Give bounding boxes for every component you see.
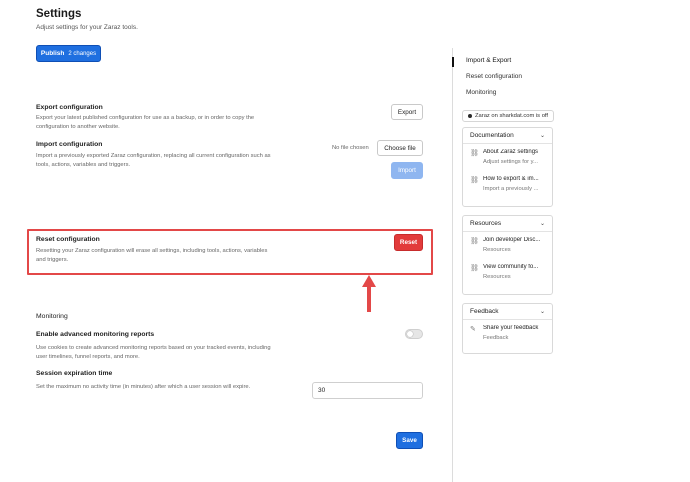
link-subtitle: Resources [483, 247, 511, 253]
resources-card: Resources ⌄ ⛓ Join developer Disc... Res… [462, 215, 553, 295]
publish-label: Publish [40, 50, 65, 57]
zaraz-status-text: Zaraz on sharkdat.com is off [475, 113, 549, 119]
monitoring-section-title: Monitoring [36, 313, 68, 320]
export-desc-1: Export your latest published configurati… [36, 115, 255, 121]
link-title: View community fo... [483, 264, 539, 270]
link-subtitle: Feedback [483, 335, 509, 341]
link-subtitle: Resources [483, 274, 511, 280]
nav-monitoring[interactable]: Monitoring [466, 89, 496, 96]
chevron-down-icon: ⌄ [539, 133, 545, 139]
export-desc-2: configuration to another website. [36, 124, 120, 130]
resources-card-header[interactable]: Resources ⌄ [463, 216, 552, 232]
annotation-highlight-box [27, 229, 433, 275]
import-title: Import configuration [36, 141, 103, 148]
link-subtitle: Import a previously ... [483, 186, 539, 192]
feedback-card: Feedback ⌄ ✎ Share your feedback Feedbac… [462, 303, 553, 354]
import-button[interactable]: Import [391, 162, 423, 179]
link-icon: ⛓ [470, 238, 479, 245]
page-subtitle: Adjust settings for your Zaraz tools. [36, 24, 138, 31]
card-title: Feedback [470, 308, 499, 315]
export-title: Export configuration [36, 104, 103, 111]
session-expiration-desc: Set the maximum no activity time (in min… [36, 384, 251, 390]
doc-link-about-zaraz-settings[interactable]: ⛓ About Zaraz settings Adjust settings f… [463, 144, 552, 171]
annotation-arrow-icon [362, 275, 376, 312]
monitoring-desc-1: Use cookies to create advanced monitorin… [36, 345, 271, 351]
monitoring-desc-2: user timelines, funnel reports, and more… [36, 354, 140, 360]
link-icon: ⛓ [470, 150, 479, 157]
card-title: Resources [470, 220, 502, 227]
session-expiration-input[interactable]: 30 [312, 382, 423, 399]
advanced-monitoring-toggle[interactable] [405, 329, 423, 339]
nav-reset-configuration[interactable]: Reset configuration [466, 73, 522, 80]
publish-changes-count: 2 changes [68, 50, 97, 57]
feedback-link-share[interactable]: ✎ Share your feedback Feedback [463, 320, 552, 347]
feedback-icon: ✎ [470, 326, 476, 333]
link-subtitle: Adjust settings for y... [483, 159, 538, 165]
link-title: How to export & im... [483, 176, 539, 182]
link-title: About Zaraz settings [483, 149, 539, 155]
toggle-knob [407, 331, 413, 337]
nav-import-export[interactable]: Import & Export [466, 57, 511, 64]
monitoring-toggle-title: Enable advanced monitoring reports [36, 331, 155, 338]
documentation-card: Documentation ⌄ ⛓ About Zaraz settings A… [462, 127, 553, 207]
no-file-chosen-text: No file chosen [332, 145, 369, 151]
save-button[interactable]: Save [396, 432, 423, 449]
sidebar-divider [452, 48, 453, 482]
right-sidebar: Import & Export Reset configuration Moni… [452, 0, 690, 482]
chevron-down-icon: ⌄ [539, 221, 545, 227]
import-desc-2: tools, actions, variables and triggers. [36, 162, 131, 168]
documentation-card-header[interactable]: Documentation ⌄ [463, 128, 552, 144]
settings-main: Settings Adjust settings for your Zaraz … [0, 0, 452, 482]
link-icon: ⛓ [470, 265, 479, 272]
active-nav-marker [452, 57, 454, 67]
resource-link-discord[interactable]: ⛓ Join developer Disc... Resources [463, 232, 552, 259]
page-title: Settings [36, 8, 82, 20]
zaraz-status-badge: Zaraz on sharkdat.com is off [462, 110, 555, 122]
resource-link-community[interactable]: ⛓ View community fo... Resources [463, 259, 552, 286]
feedback-card-header[interactable]: Feedback ⌄ [463, 304, 552, 320]
link-title: Join developer Disc... [483, 237, 541, 243]
link-icon: ⛓ [470, 177, 479, 184]
export-button[interactable]: Export [391, 104, 423, 120]
status-dot-icon [468, 114, 472, 118]
chevron-down-icon: ⌄ [539, 309, 545, 315]
session-expiration-title: Session expiration time [36, 370, 113, 377]
link-title: Share your feedback [483, 325, 539, 331]
card-title: Documentation [470, 132, 514, 139]
publish-button[interactable]: Publish 2 changes [36, 45, 101, 62]
choose-file-button[interactable]: Choose file [377, 140, 423, 156]
doc-link-export-import[interactable]: ⛓ How to export & im... Import a previou… [463, 171, 552, 198]
import-desc-1: Import a previously exported Zaraz confi… [36, 153, 271, 159]
